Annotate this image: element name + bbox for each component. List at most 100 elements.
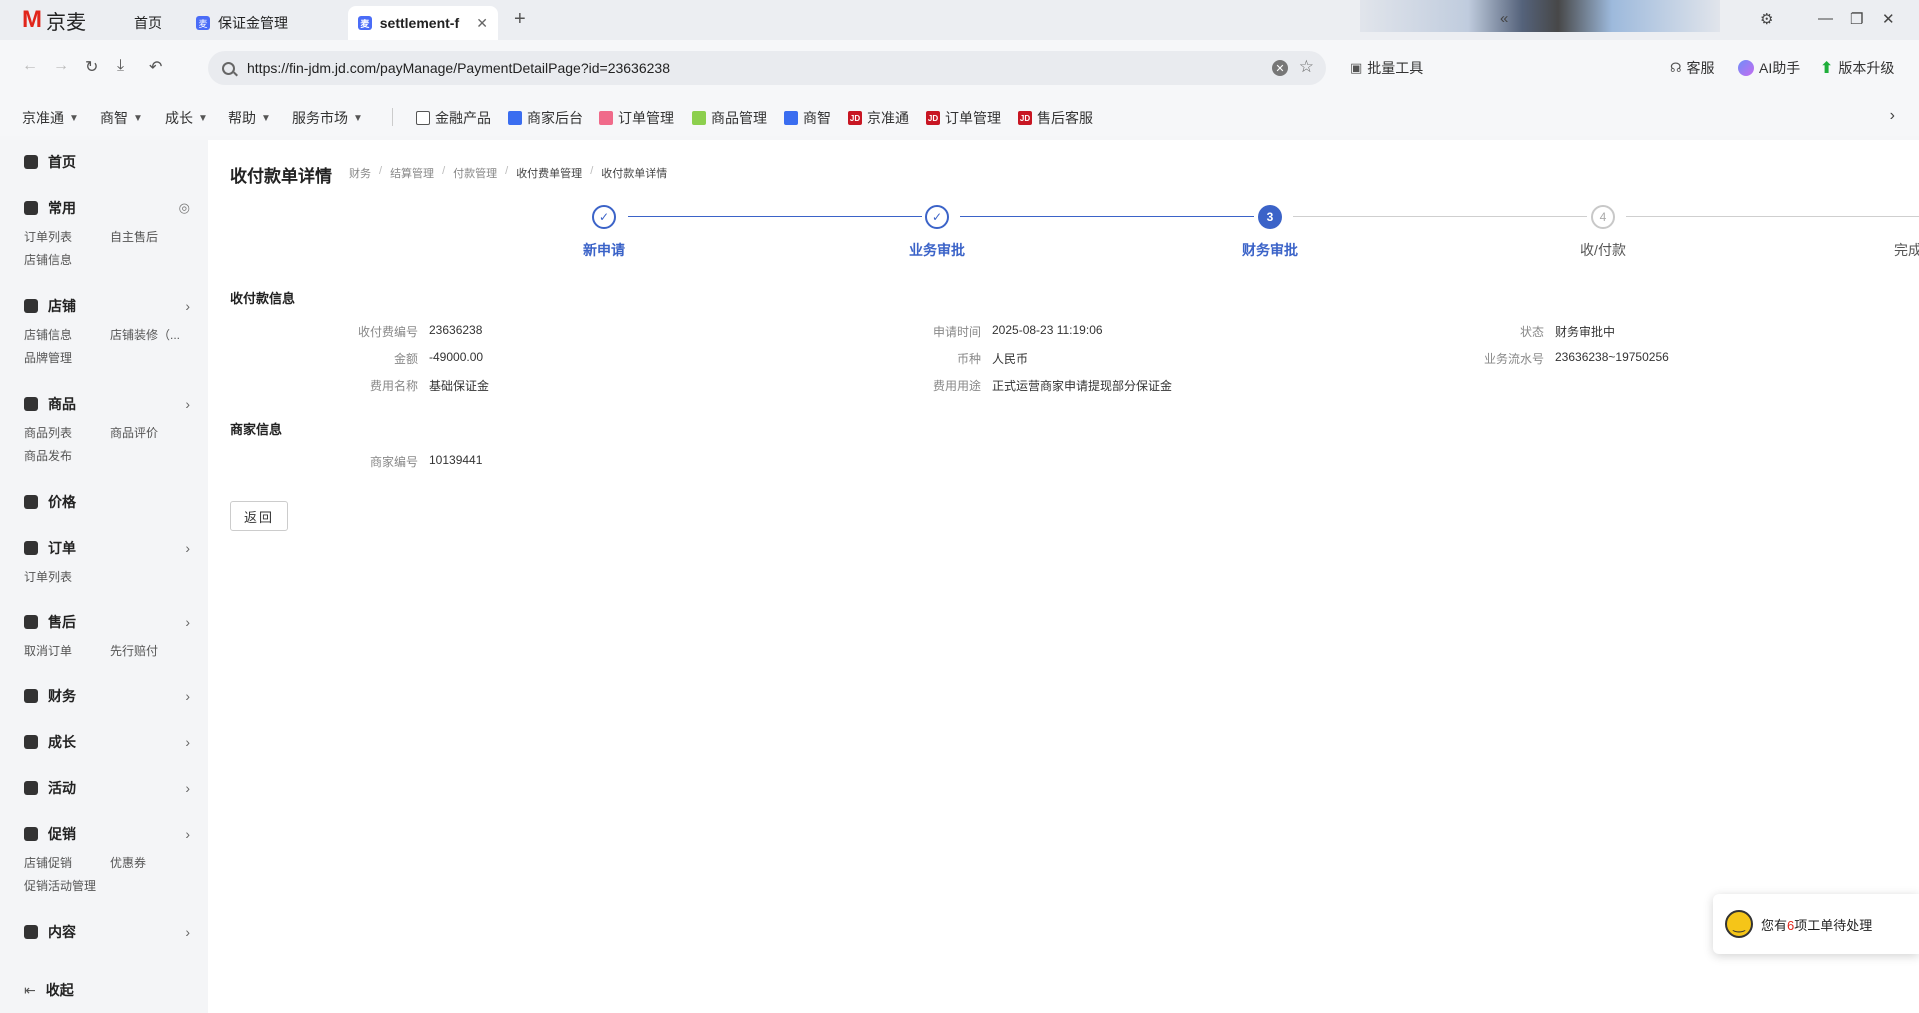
menu-growth[interactable]: 成长 ▼ [165,108,208,128]
sidebar-label: 内容 [48,924,76,940]
bookmark-star-icon[interactable]: ☆ [1299,57,1314,77]
minimize-icon[interactable]: — [1818,10,1833,27]
pending-tickets-notice[interactable]: ‿ 您有6项工单待处理 [1713,894,1919,954]
bookmark-after-sale-service[interactable]: JD 售后客服 [1018,108,1093,128]
menu-jingzhuntong[interactable]: 京准通 ▼ [22,108,79,128]
bookmark-finance-products[interactable]: 金融产品 [416,108,491,128]
breadcrumb-item[interactable]: 付款管理 [453,165,497,181]
jd-icon: JD [848,111,862,125]
sidebar-subitem[interactable]: 商品列表 [24,424,110,441]
sidebar-item-shop[interactable]: 店铺 › [24,296,190,316]
sidebar-subitem[interactable]: 先行赔付 [110,642,196,659]
sidebar-subitem[interactable]: 店铺信息 [24,251,110,268]
bookmark-merchant-backend[interactable]: 商家后台 [508,108,583,128]
tab-settlement[interactable]: 麦 settlement-f ✕ [348,6,498,40]
sidebar-subitem[interactable]: 商品评价 [110,424,196,441]
breadcrumb-item[interactable]: 收付费单管理 [516,165,582,181]
chevron-down-icon: ▼ [133,112,143,124]
sidebar-subitem[interactable]: 订单列表 [24,228,110,245]
reload-icon[interactable]: ↻ [85,57,98,77]
back-button[interactable]: 返回 [230,501,288,531]
settings-gear-icon[interactable]: ⚙ [1760,10,1773,28]
sidebar-subitem[interactable]: 促销活动管理 [24,877,110,894]
aftersale-icon [24,615,38,629]
step-connector [1293,216,1587,217]
batch-tools-button[interactable]: ▣ 批量工具 [1350,58,1423,78]
new-tab-button[interactable]: + [514,8,526,31]
breadcrumb-item[interactable]: 财务 [349,165,371,181]
field-label: 币种 [956,352,981,366]
sidebar-subitem[interactable]: 优惠券 [110,854,196,871]
tab-scroll-left-icon[interactable]: « [1500,10,1508,27]
sidebar-subitem[interactable]: 取消订单 [24,642,110,659]
restore-icon[interactable]: ❐ [1850,10,1863,28]
bookmark-goods-management[interactable]: 商品管理 [692,108,767,128]
menu-label: 商智 [100,110,128,126]
back-arrow-icon[interactable]: ← [22,57,38,75]
sidebar-subitem[interactable]: 店铺信息 [24,326,110,343]
sidebar-subitem[interactable]: 商品发布 [24,447,110,464]
main-content: 收付款单详情 财务 / 结算管理 / 付款管理 / 收付费单管理 / 收付款单详情 ✓ … [208,140,1919,1013]
tab-deposit[interactable]: 麦 保证金管理 [186,6,298,40]
chevron-right-icon: › [185,780,190,796]
gear-icon[interactable]: ◎ [179,200,190,216]
tab-home[interactable]: 首页 [124,6,172,40]
url-bar[interactable]: https://fin-jdm.jd.com/payManage/Payment… [208,51,1326,85]
field-label: 申请时间 [932,325,981,339]
app-icon [508,111,522,125]
bookmark-label: 售后客服 [1037,110,1093,126]
ai-assistant-button[interactable]: AI助手 [1738,58,1800,78]
sidebar-item-finance[interactable]: 财务 › [24,686,190,706]
m-logo-icon: M [22,6,42,33]
sidebar-subitem[interactable]: 自主售后 [110,228,196,245]
sidebar-item-aftersale[interactable]: 售后 › [24,612,190,632]
sidebar-item-order[interactable]: 订单 › [24,538,190,558]
customer-service-button[interactable]: ☊ 客服 [1670,58,1715,78]
bookmark-order-management[interactable]: 订单管理 [599,108,674,128]
menu-service-market[interactable]: 服务市场 ▼ [292,108,363,128]
sidebar-subitem[interactable]: 品牌管理 [24,349,110,366]
bookmarks-divider [392,108,393,126]
undo-icon[interactable]: ↶ [149,57,162,77]
shop-icon [24,299,38,313]
folder-icon [416,111,430,125]
download-icon[interactable]: ⤓ [117,57,124,75]
sidebar-item-goods[interactable]: 商品 › [24,394,190,414]
bookmark-shangzhi[interactable]: 商智 [784,108,831,128]
notice-suffix: 项工单待处理 [1794,917,1873,933]
clear-url-icon[interactable]: ✕ [1272,60,1288,76]
app-logo[interactable]: M 京麦 [22,6,86,34]
field-value: 正式运营商家申请提现部分保证金 [992,379,1173,393]
chevron-right-icon[interactable]: › [1890,107,1895,125]
sidebar-item-price[interactable]: 价格 [24,492,190,512]
sidebar-subitem[interactable]: 店铺促销 [24,854,110,871]
close-tab-icon[interactable]: ✕ [476,15,488,32]
bookmark-jingzhuntong[interactable]: JD 京准通 [848,108,909,128]
sidebar-collapse-button[interactable]: ⇤ 收起 [24,980,190,1000]
bookmark-order-management-jd[interactable]: JD 订单管理 [926,108,1001,128]
step-connector [960,216,1254,217]
sidebar-item-promo[interactable]: 促销 › [24,824,190,844]
sidebar-item-home[interactable]: 首页 [24,152,190,172]
menu-shangzhi[interactable]: 商智 ▼ [100,108,143,128]
forward-arrow-icon[interactable]: → [53,57,69,75]
sidebar-item-common[interactable]: 常用 ◎ [24,198,190,218]
sidebar-label: 促销 [48,826,76,842]
merchant-info-heading: 商家信息 [230,422,283,437]
sidebar-item-content[interactable]: 内容 › [24,922,190,942]
sidebar-subitem[interactable]: 订单列表 [24,568,110,585]
sidebar-item-activity[interactable]: 活动 › [24,778,190,798]
breadcrumb: 财务 / 结算管理 / 付款管理 / 收付费单管理 / 收付款单详情 [349,165,667,181]
bookmark-label: 京准通 [867,110,909,126]
sidebar-item-growth[interactable]: 成长 › [24,732,190,752]
bookmark-label: 订单管理 [945,110,1001,126]
menu-help[interactable]: 帮助 ▼ [228,108,271,128]
upgrade-button[interactable]: ⬆ 版本升级 [1820,58,1894,78]
close-window-icon[interactable]: ✕ [1882,10,1895,28]
field-value: 10139441 [429,453,483,467]
sidebar-group-promo: 促销 › 店铺促销 优惠券 促销活动管理 [24,824,190,894]
field-label: 状态 [1519,325,1544,339]
sidebar-subitem[interactable]: 店铺装修（... [110,326,196,343]
url-text[interactable]: https://fin-jdm.jd.com/payManage/Payment… [247,60,670,76]
breadcrumb-item[interactable]: 结算管理 [390,165,434,181]
